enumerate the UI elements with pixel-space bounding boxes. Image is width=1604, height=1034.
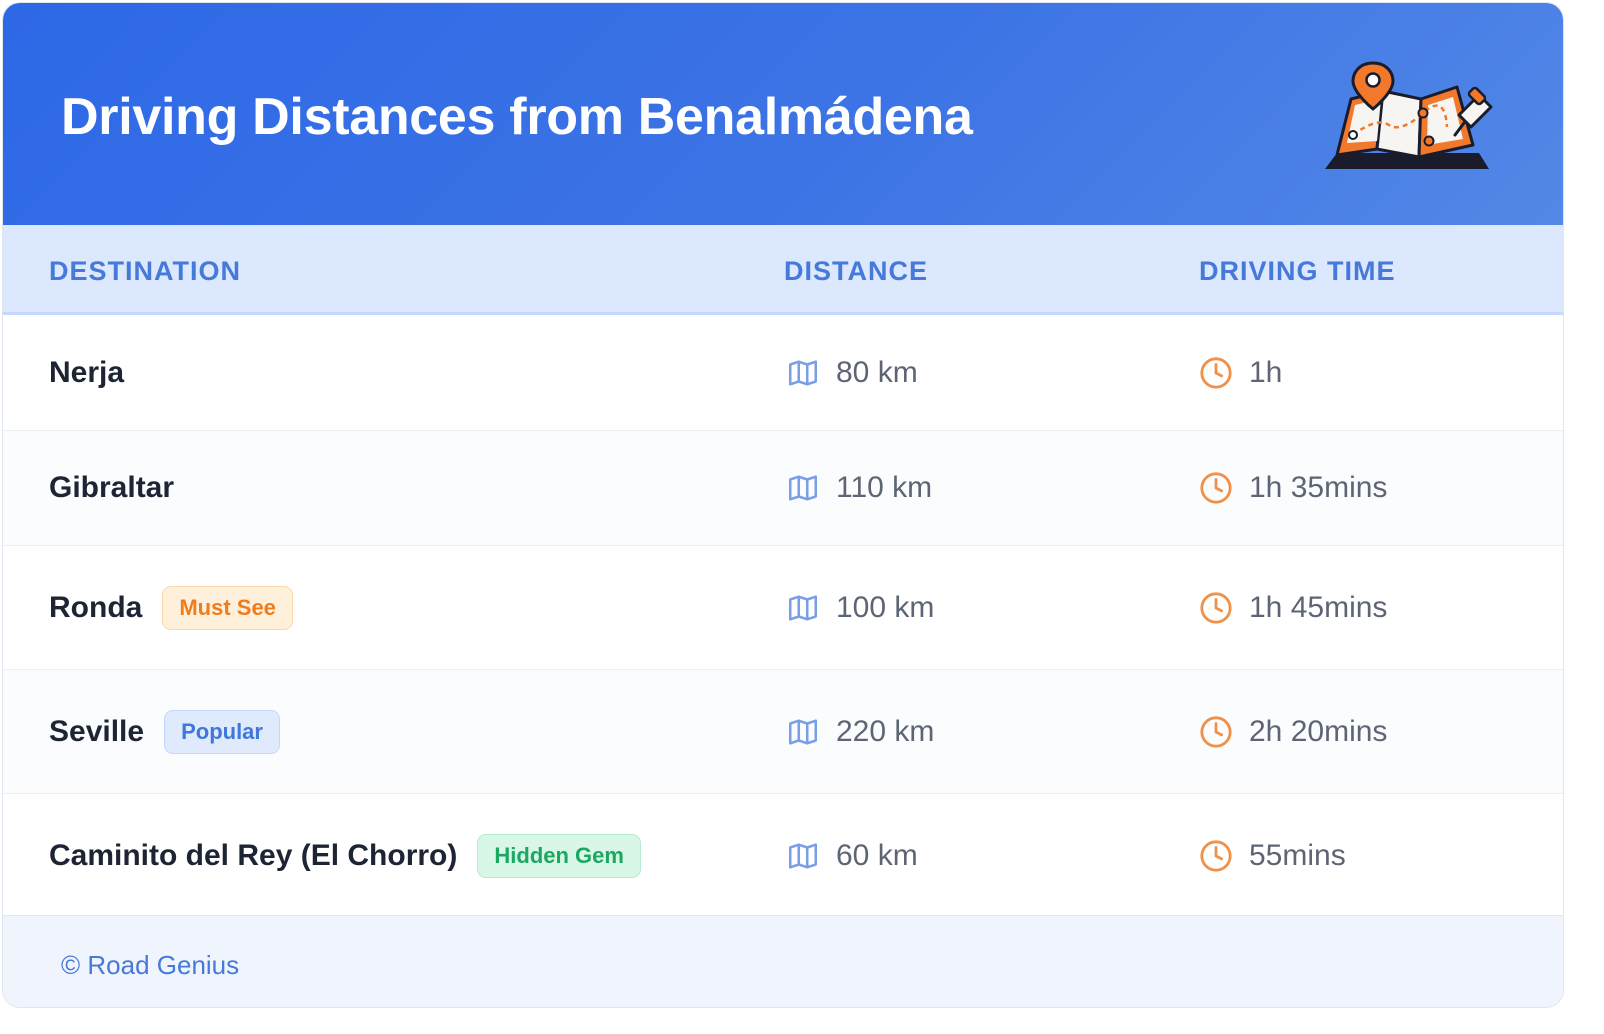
hidden-gem-badge: Hidden Gem [477,833,641,878]
destination-cell: Ronda Must See [49,546,293,669]
map-icon [788,359,818,386]
time-value: 2h 20mins [1249,714,1388,748]
clock-icon [1200,715,1232,748]
footer-credit: © Road Genius [61,950,240,980]
column-header-destination: DESTINATION [49,256,241,286]
time-cell: 2h 20mins [1199,670,1387,793]
table-row: Gibraltar 110 km 1h 35mins [3,431,1563,546]
table-header: DESTINATION DISTANCE DRIVING TIME [3,225,1563,315]
clock-icon [1200,472,1232,504]
map-icon [788,718,818,745]
table-row: Seville Popular 220 km 2h 20mins [3,670,1563,794]
destination-cell: Caminito del Rey (El Chorro) Hidden Gem [49,794,641,917]
map-icon [788,475,818,501]
destination-cell: Gibraltar [49,431,174,545]
distance-value: 60 km [836,838,918,872]
clock-icon [1200,839,1232,872]
destination-cell: Seville Popular [49,670,280,793]
table-row: Nerja 80 km 1h [3,315,1563,431]
must-see-badge: Must See [162,585,293,630]
destination-cell: Nerja [49,315,124,430]
distance-cell: 110 km [786,431,932,545]
popular-badge: Popular [164,709,280,754]
table-row: Ronda Must See 100 km 1h 45mins [3,546,1563,670]
destination-name: Caminito del Rey (El Chorro) [49,838,458,872]
page-title: Driving Distances from Benalmádena [61,88,973,146]
distance-value: 110 km [836,471,933,504]
time-cell: 1h 45mins [1199,546,1387,669]
distance-value: 80 km [836,355,918,389]
destination-name: Seville [49,714,145,748]
distance-card: Driving Distances from Benalmádena DESTI… [2,2,1564,1008]
time-cell: 55mins [1199,794,1346,917]
map-icon [788,842,818,869]
card-footer: © Road Genius [3,915,1563,1007]
time-cell: 1h [1199,315,1282,430]
distance-cell: 60 km [786,794,918,917]
time-value: 55mins [1249,838,1346,872]
time-value: 1h 35mins [1249,471,1388,504]
distance-cell: 100 km [786,546,934,669]
distance-value: 220 km [836,714,935,748]
distance-cell: 80 km [786,315,918,430]
map-pin-illustration [1325,61,1493,169]
column-header-driving-time: DRIVING TIME [1199,256,1396,286]
distance-value: 100 km [836,590,935,624]
column-header-distance: DISTANCE [784,256,929,286]
destination-name: Ronda [49,590,143,624]
time-value: 1h [1249,355,1283,389]
destination-name: Nerja [49,355,125,389]
card-header: Driving Distances from Benalmádena [3,3,1563,225]
table-body: Nerja 80 km 1h Gibraltar 110 km 1h 35min… [3,315,1563,917]
time-value: 1h 45mins [1249,590,1388,624]
map-icon [788,594,818,621]
distance-cell: 220 km [786,670,934,793]
table-row: Caminito del Rey (El Chorro) Hidden Gem … [3,794,1563,917]
time-cell: 1h 35mins [1199,431,1387,545]
clock-icon [1200,591,1232,624]
destination-name: Gibraltar [49,471,175,504]
clock-icon [1200,356,1232,389]
